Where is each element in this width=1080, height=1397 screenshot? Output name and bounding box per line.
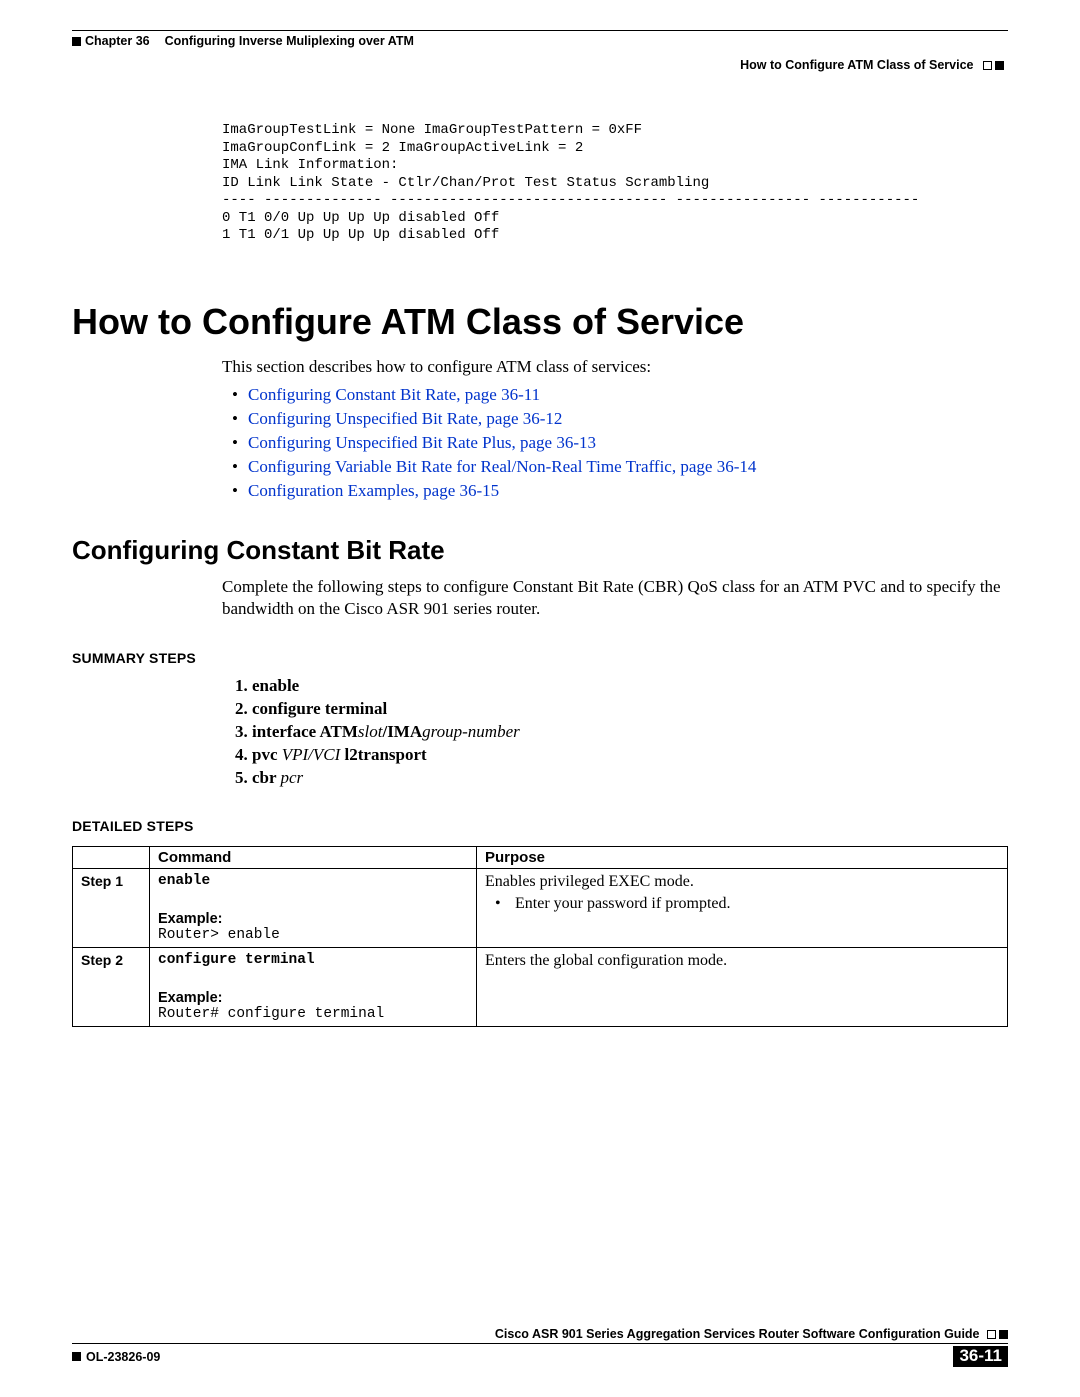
detailed-steps-table: Command Purpose Step 1 enable Example: R… <box>72 846 1008 1027</box>
list-item: Configuring Constant Bit Rate, page 36-1… <box>222 385 1008 405</box>
purpose-main: Enters the global configuration mode. <box>485 952 999 970</box>
xref-link[interactable]: Configuring Constant Bit Rate, page 36-1… <box>248 385 540 404</box>
command-text: enable <box>158 873 468 889</box>
square-icon <box>72 1352 81 1361</box>
summary-step: pvc VPI/VCI l2transport <box>252 745 1008 765</box>
page-footer: Cisco ASR 901 Series Aggregation Service… <box>72 1327 1008 1367</box>
square-icon <box>995 61 1004 70</box>
list-item: Configuration Examples, page 36-15 <box>222 481 1008 501</box>
guide-title: Cisco ASR 901 Series Aggregation Service… <box>495 1327 980 1341</box>
table-row: Step 1 enable Example: Router> enable En… <box>73 868 1008 947</box>
xref-link[interactable]: Configuring Variable Bit Rate for Real/N… <box>248 457 756 476</box>
section-line: How to Configure ATM Class of Service <box>72 58 1008 72</box>
summary-step: cbr pcr <box>252 768 1008 788</box>
summary-step: configure terminal <box>252 699 1008 719</box>
running-header: Chapter 36 Configuring Inverse Muliplexi… <box>72 30 1008 48</box>
summary-steps-heading: SUMMARY STEPS <box>72 650 1008 666</box>
col-step <box>73 846 150 868</box>
list-item: Configuring Variable Bit Rate for Real/N… <box>222 457 1008 477</box>
purpose-cell: Enables privileged EXEC mode. Enter your… <box>477 868 1008 947</box>
list-item: Configuring Unspecified Bit Rate Plus, p… <box>222 433 1008 453</box>
page-title: How to Configure ATM Class of Service <box>72 301 1008 343</box>
example-code: Router> enable <box>158 927 468 943</box>
section-title: How to Configure ATM Class of Service <box>740 58 973 72</box>
doc-id-text: OL-23826-09 <box>86 1350 160 1364</box>
xref-link[interactable]: Configuring Unspecified Bit Rate Plus, p… <box>248 433 596 452</box>
table-header-row: Command Purpose <box>73 846 1008 868</box>
command-cell: configure terminal Example: Router# conf… <box>150 947 477 1026</box>
chapter-line: Chapter 36 Configuring Inverse Muliplexi… <box>72 34 1008 48</box>
guide-title-line: Cisco ASR 901 Series Aggregation Service… <box>72 1327 1008 1344</box>
square-outline-icon <box>983 61 992 70</box>
terminal-output: ImaGroupTestLink = None ImaGroupTestPatt… <box>222 122 1008 245</box>
command-cell: enable Example: Router> enable <box>150 868 477 947</box>
page: Chapter 36 Configuring Inverse Muliplexi… <box>0 0 1080 1397</box>
example-label: Example: <box>158 911 468 927</box>
purpose-cell: Enters the global configuration mode. <box>477 947 1008 1026</box>
command-text: configure terminal <box>158 952 468 968</box>
detailed-steps-heading: DETAILED STEPS <box>72 818 1008 834</box>
section-paragraph: Complete the following steps to configur… <box>222 576 1008 620</box>
doc-id: OL-23826-09 <box>72 1350 160 1364</box>
example-code: Router# configure terminal <box>158 1006 468 1022</box>
step-number: Step 2 <box>73 947 150 1026</box>
table-row: Step 2 configure terminal Example: Route… <box>73 947 1008 1026</box>
summary-steps-list: enable configure terminal interface ATMs… <box>222 676 1008 788</box>
step-number: Step 1 <box>73 868 150 947</box>
chapter-title: Configuring Inverse Muliplexing over ATM <box>165 34 414 48</box>
summary-step: interface ATMslot/IMAgroup-number <box>252 722 1008 742</box>
square-icon <box>72 37 81 46</box>
square-icon <box>999 1330 1008 1339</box>
col-command: Command <box>150 846 477 868</box>
summary-step: enable <box>252 676 1008 696</box>
purpose-main: Enables privileged EXEC mode. <box>485 873 999 891</box>
square-outline-icon <box>987 1330 996 1339</box>
purpose-bullet: Enter your password if prompted. <box>515 895 999 913</box>
xref-link[interactable]: Configuration Examples, page 36-15 <box>248 481 499 500</box>
intro-paragraph: This section describes how to configure … <box>222 357 1008 377</box>
example-label: Example: <box>158 990 468 1006</box>
xref-list: Configuring Constant Bit Rate, page 36-1… <box>222 385 1008 501</box>
page-number: 36-11 <box>953 1346 1008 1367</box>
col-purpose: Purpose <box>477 846 1008 868</box>
xref-link[interactable]: Configuring Unspecified Bit Rate, page 3… <box>248 409 562 428</box>
chapter-label: Chapter 36 <box>85 34 150 48</box>
section-heading: Configuring Constant Bit Rate <box>72 535 1008 566</box>
list-item: Configuring Unspecified Bit Rate, page 3… <box>222 409 1008 429</box>
